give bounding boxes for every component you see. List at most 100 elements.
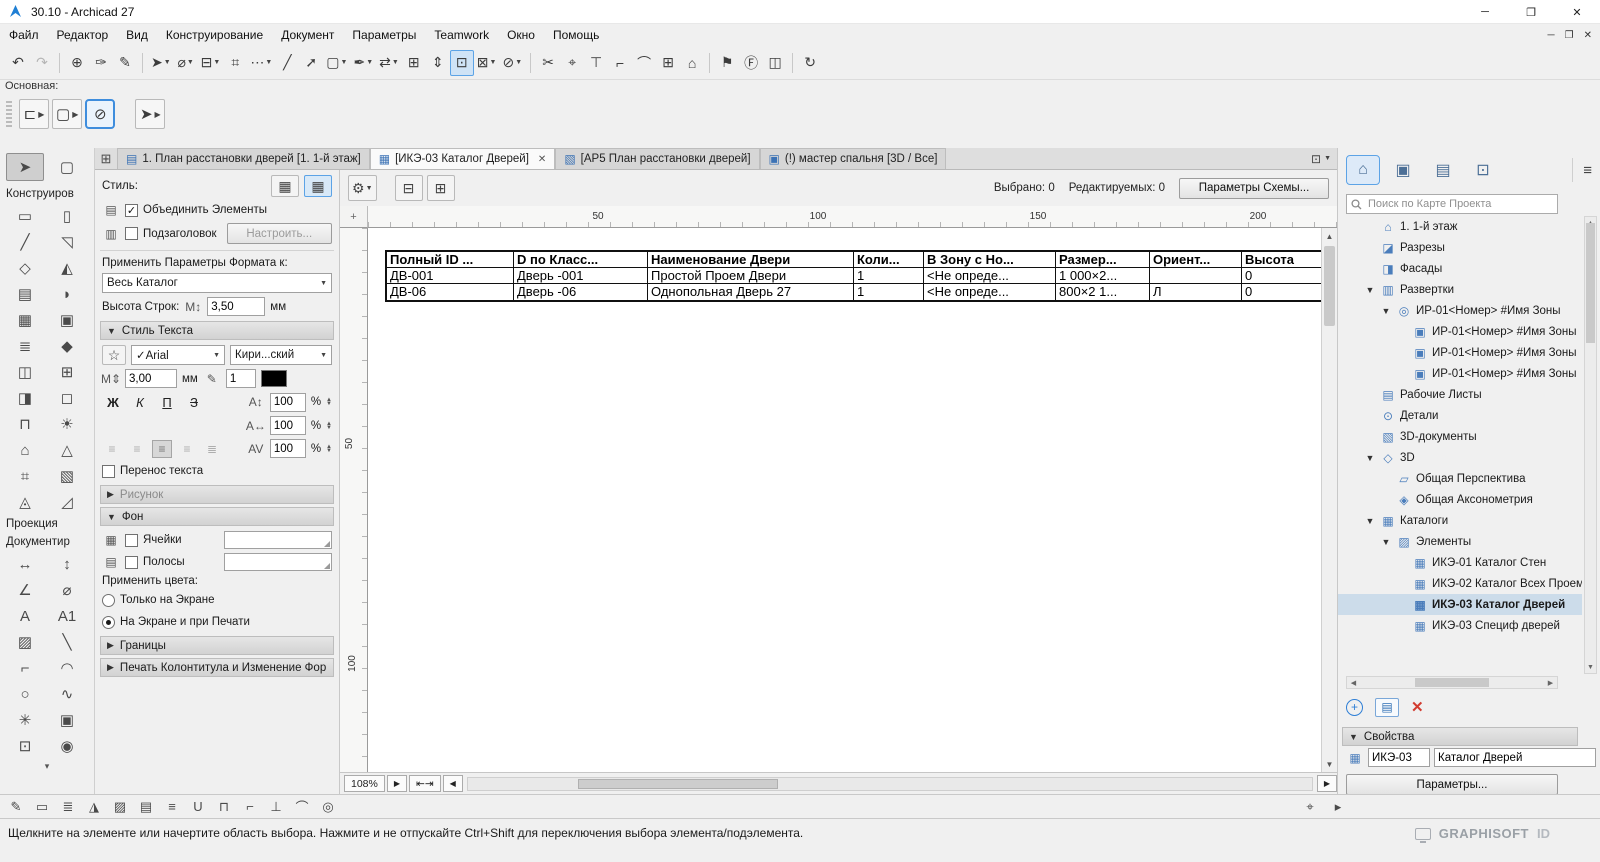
close-button[interactable]: ✕ [1554, 0, 1600, 24]
column-header[interactable]: Размер... [1056, 252, 1150, 268]
horizontal-ruler[interactable]: 50 100 150 200 [368, 206, 1337, 228]
chevron-down-icon[interactable]: ▼ [1380, 306, 1392, 316]
add-item-icon[interactable]: + [1346, 698, 1363, 716]
align-left-icon[interactable]: ≡ [102, 440, 122, 458]
lamp-tool[interactable]: ☀ [48, 411, 86, 437]
script-select[interactable]: Кири...ский ▼ [230, 345, 332, 365]
strikethrough-button[interactable]: З [183, 392, 205, 412]
merge-elements-checkbox[interactable]: ✓ [125, 203, 138, 217]
navigator-settings-button[interactable]: Параметры... [1346, 774, 1558, 795]
flag-icon[interactable]: ⚑ [715, 50, 739, 76]
default-settings-icon[interactable]: ⊏ ▶ [19, 99, 49, 129]
tree-item[interactable]: ▼ ◎ ИР-01<Номер> #Имя Зоны [1338, 300, 1582, 321]
font-size-input[interactable] [125, 369, 177, 388]
document-tab[interactable]: ▧ [AP5 План расстановки дверей] [555, 148, 760, 169]
rotated-view-icon[interactable]: ⊘ [85, 99, 116, 129]
dimension-style-icon[interactable]: ⌐ [238, 797, 262, 817]
guide-segment-icon[interactable]: ➚ [299, 50, 323, 76]
intersect-icon[interactable]: ⊠ ▼ [474, 50, 500, 76]
guide-line-icon[interactable]: ╱ [275, 50, 299, 76]
chevron-down-icon[interactable]: ▼ [1364, 516, 1376, 526]
opening-tool[interactable]: ◻ [48, 385, 86, 411]
table-cell[interactable]: 1 000×2... [1056, 268, 1150, 284]
table-preview-icon[interactable]: ▦ [271, 175, 299, 197]
profile-icon[interactable]: ≡ [160, 797, 184, 817]
hamburger-menu-icon[interactable]: ≡ [1572, 158, 1592, 182]
marquee-options-icon[interactable]: ▢ ▶ [52, 99, 83, 129]
scroll-right-icon[interactable]: ▶ [1316, 775, 1337, 792]
text-tool[interactable]: A [6, 603, 44, 629]
tree-item[interactable]: ▼ ◇ 3D [1338, 447, 1582, 468]
column-header[interactable]: D по Класс... [514, 252, 648, 268]
favorites-star-icon[interactable]: ☆ [102, 345, 126, 365]
table-cell[interactable]: 0 [1242, 284, 1321, 300]
cells-color-field[interactable] [224, 531, 332, 549]
fillet-icon[interactable]: ⌒ [632, 50, 656, 76]
document-tab[interactable]: ▤ 1. План расстановки дверей [1. 1-й этаж… [117, 148, 370, 169]
curtain-wall-tool[interactable]: ▦ [6, 307, 44, 333]
project-map-tab[interactable]: ⌂ [1346, 155, 1380, 185]
tree-item[interactable]: ▦ ИКЭ-03 Каталог Дверей [1338, 594, 1582, 615]
scheme-gear-icon[interactable]: ⚙ ▼ [348, 175, 377, 201]
zoom-value-button[interactable]: 108% [344, 775, 385, 792]
stripes-color-field[interactable] [224, 553, 332, 571]
tree-item[interactable]: ⊙ Детали [1338, 405, 1582, 426]
coordinates-icon[interactable]: ⌖ [1298, 797, 1322, 817]
menu-item[interactable]: Конструирование [157, 24, 272, 46]
tree-item[interactable]: ◪ Разрезы [1338, 237, 1582, 258]
underline-button[interactable]: П [156, 392, 178, 412]
toolbox-section-construct[interactable]: Конструиров [0, 185, 94, 203]
table-cell[interactable]: Простой Проем Двери [648, 268, 854, 284]
table-cell[interactable]: Дверь -001 [514, 268, 648, 284]
zone-tool[interactable]: ◇ [6, 255, 44, 281]
radial-dimension-tool[interactable]: ⌀ [48, 577, 86, 603]
column-tool[interactable]: ▯ [48, 203, 86, 229]
scroll-up-icon[interactable]: ▲ [1322, 228, 1337, 244]
indent-icon[interactable]: ≣ [202, 440, 222, 458]
subtitle-checkbox[interactable] [125, 227, 138, 240]
ceiling-tool[interactable]: ◬ [6, 489, 44, 515]
marquee-tool[interactable]: ▢ [48, 153, 86, 181]
spline-tool[interactable]: ∿ [48, 681, 86, 707]
menu-item[interactable]: Окно [498, 24, 544, 46]
tree-item[interactable]: ▣ ИР-01<Номер> #Имя Зоны [1338, 342, 1582, 363]
properties-section-header[interactable]: ▼ Свойства [1342, 727, 1578, 746]
tree-item[interactable]: ▦ ИКЭ-01 Каталог Стен [1338, 552, 1582, 573]
multiply-icon[interactable]: ⊞ [402, 50, 426, 76]
angle-dimension-tool[interactable]: ∠ [6, 577, 44, 603]
tracker-caret-icon[interactable]: ▸ [1326, 797, 1350, 817]
equipment-tool[interactable]: ⌂ [6, 437, 44, 463]
f-label-icon[interactable]: Ⓕ [739, 50, 763, 76]
doc-minimize-button[interactable]: ─ [1548, 30, 1555, 41]
circle-tool[interactable]: ○ [6, 681, 44, 707]
tree-item[interactable]: ⌂ 1. 1-й этаж [1338, 216, 1582, 237]
scroll-left-icon[interactable]: ◀ [1347, 679, 1360, 687]
element-relation-icon[interactable]: ⊟ ▼ [198, 50, 224, 76]
merge-cells-icon[interactable]: ⊞ [426, 175, 455, 201]
schedule-name-input[interactable] [1434, 748, 1596, 767]
toolbox-section-projection[interactable]: Проекция [0, 515, 94, 533]
tree-horizontal-scrollbar[interactable]: ◀ ▶ [1346, 676, 1558, 689]
header-print-section-header[interactable]: ▶ Печать Колонтитула и Изменение Фор... [100, 658, 334, 677]
tab-menu-caret-icon[interactable]: ▼ [1324, 155, 1331, 162]
camera-tool[interactable]: ◉ [48, 733, 86, 759]
tree-vertical-scrollbar[interactable]: ▲ ▼ [1584, 216, 1597, 674]
tree-item[interactable]: ◨ Фасады [1338, 258, 1582, 279]
table-cell[interactable]: 1 [854, 268, 924, 284]
table-cell[interactable]: 1 [854, 284, 924, 300]
tree-item[interactable]: ▦ ИКЭ-03 Специф дверей [1338, 615, 1582, 636]
background-section-header[interactable]: ▼ Фон [100, 507, 334, 526]
drawing-section-header[interactable]: ▶ Рисунок [100, 485, 334, 504]
surface-icon[interactable]: ◮ [82, 797, 106, 817]
roof-tool[interactable]: ◹ [48, 229, 86, 255]
spinner-arrows-icon[interactable]: ▲ ▼ [326, 421, 332, 431]
organizer-icon[interactable]: ⊞ [95, 148, 117, 169]
italic-button[interactable]: К [129, 392, 151, 412]
tracking-input[interactable] [269, 439, 306, 458]
tab-cycle-icon[interactable]: ⊡ [1311, 152, 1321, 166]
search-input[interactable] [1366, 197, 1553, 211]
table-cell[interactable]: 800×2 1... [1056, 284, 1150, 300]
column-header[interactable]: Ориент... [1150, 252, 1242, 268]
ramp-tool[interactable]: ◿ [48, 489, 86, 515]
tree-item[interactable]: ▼ ▦ Каталоги [1338, 510, 1582, 531]
